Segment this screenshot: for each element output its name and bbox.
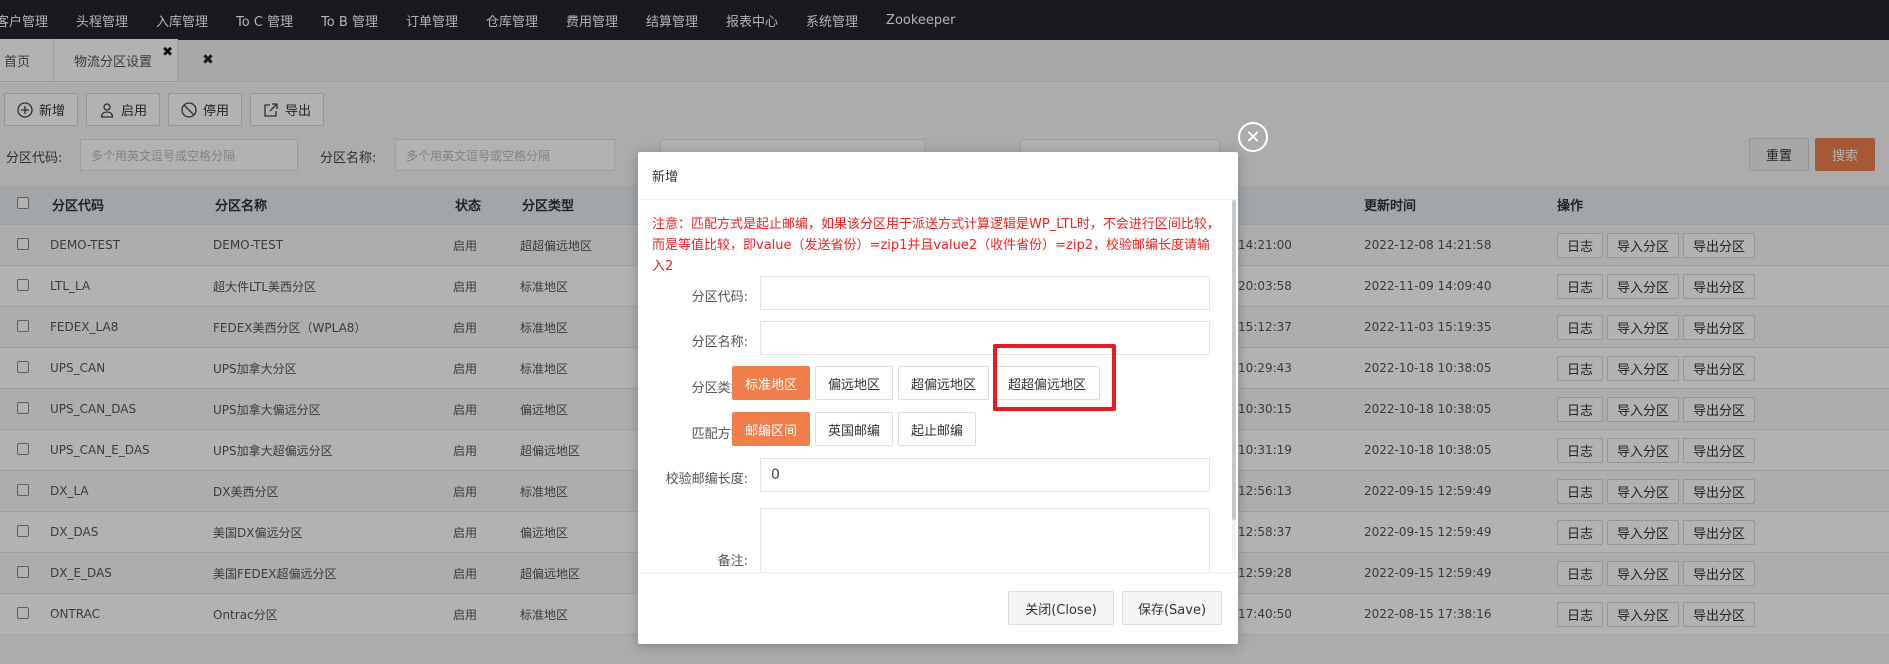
match-option-start-end-zip[interactable]: 起止邮编 xyxy=(898,412,976,446)
notice-text: 注意：匹配方式是起止邮编，如果该分区用于派送方式计算逻辑是WP_LTL时，不会进… xyxy=(652,217,1220,274)
zone-code-input[interactable] xyxy=(760,276,1210,310)
add-zone-dialog: 新增 注意：匹配方式是起止邮编，如果该分区用于派送方式计算逻辑是WP_LTL时，… xyxy=(638,152,1238,644)
dialog-footer: 关闭(Close) 保存(Save) xyxy=(638,572,1238,644)
type-option-standard[interactable]: 标准地区 xyxy=(732,366,810,400)
type-option-extra-remote[interactable]: 超偏远地区 xyxy=(898,366,989,400)
match-option-uk-zip[interactable]: 英国邮编 xyxy=(815,412,893,446)
save-button[interactable]: 保存(Save) xyxy=(1122,591,1222,625)
close-dialog-button[interactable]: 关闭(Close) xyxy=(1008,591,1114,625)
highlight-box xyxy=(993,344,1116,411)
dialog-title: 新增 xyxy=(638,152,1238,200)
remark-textarea[interactable] xyxy=(760,508,1210,572)
zone-name-label: 分区名称: xyxy=(691,335,748,350)
remark-label: 备注: xyxy=(717,554,748,569)
match-option-zip-range[interactable]: 邮编区间 xyxy=(732,412,810,446)
dialog-body: 注意：匹配方式是起止邮编，如果该分区用于派送方式计算逻辑是WP_LTL时，不会进… xyxy=(638,200,1238,572)
zone-name-input[interactable] xyxy=(760,321,1210,355)
dialog-scrollbar[interactable] xyxy=(1232,200,1236,560)
modal-close-icon[interactable]: ✕ xyxy=(1238,122,1268,152)
type-option-remote[interactable]: 偏远地区 xyxy=(815,366,893,400)
zip-length-input[interactable]: 0 xyxy=(760,458,1210,492)
zone-code-label: 分区代码: xyxy=(691,290,748,305)
zip-length-label: 校验邮编长度: xyxy=(665,472,748,487)
